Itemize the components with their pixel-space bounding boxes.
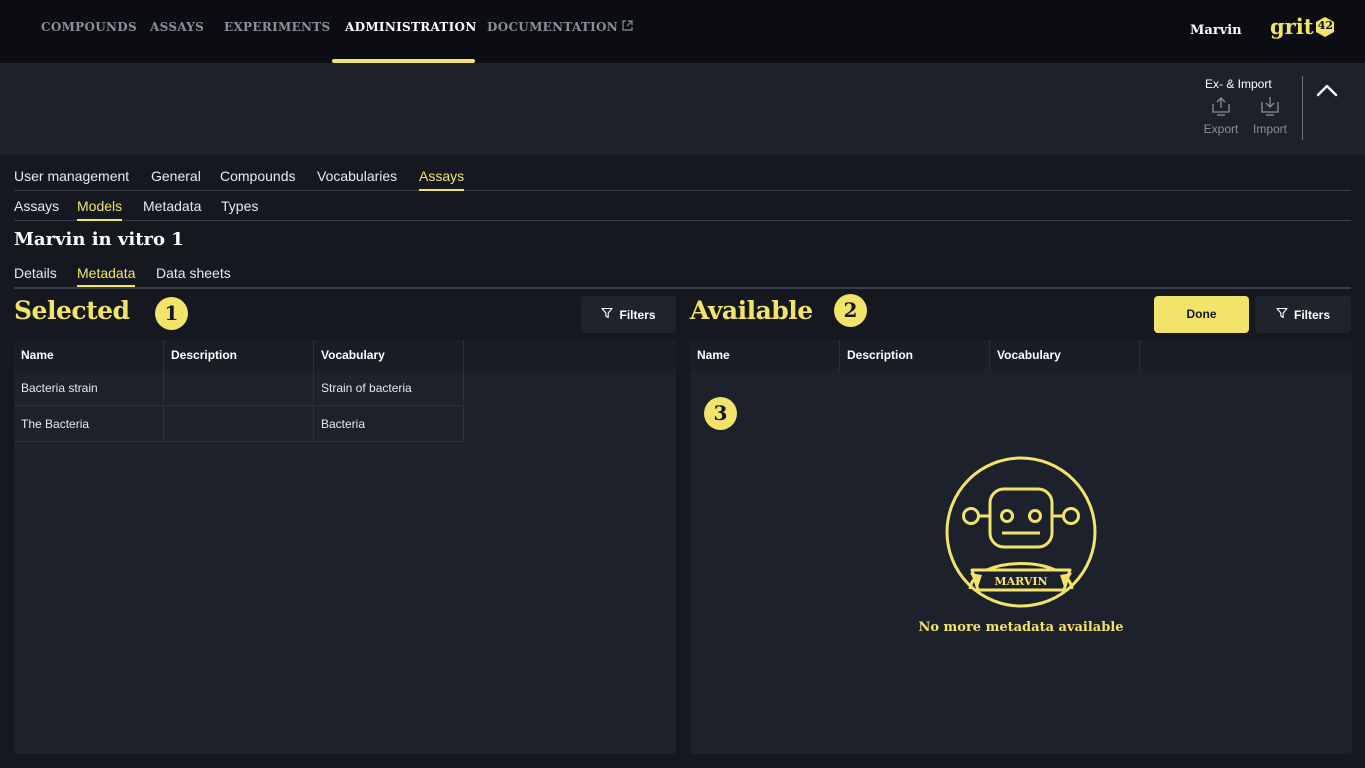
column-header-vocabulary[interactable]: Vocabulary (314, 340, 464, 370)
selected-filters-label: Filters (619, 307, 656, 322)
empty-state-message: No more metadata available (918, 620, 1124, 635)
tab-vocabularies[interactable]: Vocabularies (317, 168, 397, 184)
collapse-toolbar-button[interactable] (1315, 82, 1339, 102)
admin-tabs: User management General Compounds Vocabu… (14, 168, 1351, 191)
nav-compounds[interactable]: COMPOUNDS (41, 20, 137, 34)
logo-badge: 42 (1314, 16, 1336, 38)
tab-metadata[interactable]: Metadata (77, 265, 136, 287)
available-table: Name Description Vocabulary 3 MARVIN No … (690, 340, 1352, 754)
column-header-description[interactable]: Description (840, 340, 990, 370)
done-button[interactable]: Done (1154, 296, 1249, 333)
nav-assays[interactable]: ASSAYS (150, 20, 204, 34)
export-label: Export (1203, 122, 1239, 136)
nav-administration[interactable]: ADMINISTRATION (345, 20, 477, 34)
import-button[interactable]: Import (1247, 96, 1293, 136)
column-header-name[interactable]: Name (14, 340, 164, 370)
cell-vocabulary: Bacteria (314, 406, 464, 442)
marvin-robot-icon: MARVIN (945, 456, 1097, 608)
nav-documentation-label: DOCUMENTATION (487, 20, 619, 34)
empty-state-number-badge: 3 (704, 397, 737, 430)
tab-assays-list[interactable]: Assays (14, 198, 59, 214)
cell-description (164, 370, 314, 406)
selected-title: Selected (14, 296, 130, 325)
filter-icon (601, 307, 614, 322)
tab-metadata-definitions[interactable]: Metadata (143, 198, 201, 214)
assay-tabs: Assays Models Metadata Types (14, 198, 1351, 221)
import-label: Import (1252, 122, 1287, 136)
filter-icon (1276, 307, 1288, 322)
export-button[interactable]: Export (1198, 96, 1244, 136)
column-header-filler (464, 340, 676, 370)
tab-types[interactable]: Types (221, 198, 258, 214)
tab-user-management[interactable]: User management (14, 168, 129, 184)
top-navigation: COMPOUNDS ASSAYS EXPERIMENTS ADMINISTRAT… (0, 0, 1365, 63)
external-link-icon (622, 20, 633, 34)
chevron-up-icon (1315, 83, 1339, 102)
export-import-group-title: Ex- & Import (1205, 77, 1272, 91)
tab-compounds[interactable]: Compounds (220, 168, 296, 184)
import-icon (1247, 96, 1293, 116)
logo-badge-number: 42 (1317, 18, 1334, 32)
page-title: Marvin in vitro 1 (14, 229, 184, 250)
tab-models[interactable]: Models (77, 198, 123, 221)
tab-details[interactable]: Details (14, 265, 57, 281)
nav-documentation[interactable]: DOCUMENTATION (487, 20, 633, 34)
tab-general[interactable]: General (151, 168, 201, 184)
toolbar-divider (1302, 76, 1303, 140)
logo-text: grit (1270, 14, 1314, 39)
model-tabs: Details Metadata Data sheets (14, 265, 1351, 289)
cell-name: The Bacteria (14, 406, 164, 442)
cell-vocabulary: Strain of bacteria (314, 370, 464, 406)
selected-filters-button[interactable]: Filters (581, 296, 676, 333)
selected-number-badge: 1 (155, 297, 188, 330)
column-header-description[interactable]: Description (164, 340, 314, 370)
empty-state: MARVIN (944, 455, 1098, 613)
available-filters-label: Filters (1293, 307, 1330, 322)
user-name[interactable]: Marvin (1190, 23, 1242, 38)
column-header-filler (1140, 340, 1352, 370)
available-filters-button[interactable]: Filters (1255, 296, 1351, 333)
toolbar: Ex- & Import Export Import (0, 63, 1365, 155)
available-title: Available (690, 296, 813, 325)
mascot-label: MARVIN (994, 575, 1047, 588)
column-header-name[interactable]: Name (690, 340, 840, 370)
available-number-badge: 2 (834, 294, 867, 327)
tab-data-sheets[interactable]: Data sheets (156, 265, 231, 281)
tab-assays[interactable]: Assays (419, 168, 465, 191)
cell-name: Bacteria strain (14, 370, 164, 406)
app-logo[interactable]: grit 42 (1270, 14, 1336, 39)
selected-table: Name Description Vocabulary Bacteria str… (14, 340, 676, 754)
export-icon (1198, 96, 1244, 116)
cell-description (164, 406, 314, 442)
column-header-vocabulary[interactable]: Vocabulary (990, 340, 1140, 370)
nav-experiments[interactable]: EXPERIMENTS (224, 20, 331, 34)
